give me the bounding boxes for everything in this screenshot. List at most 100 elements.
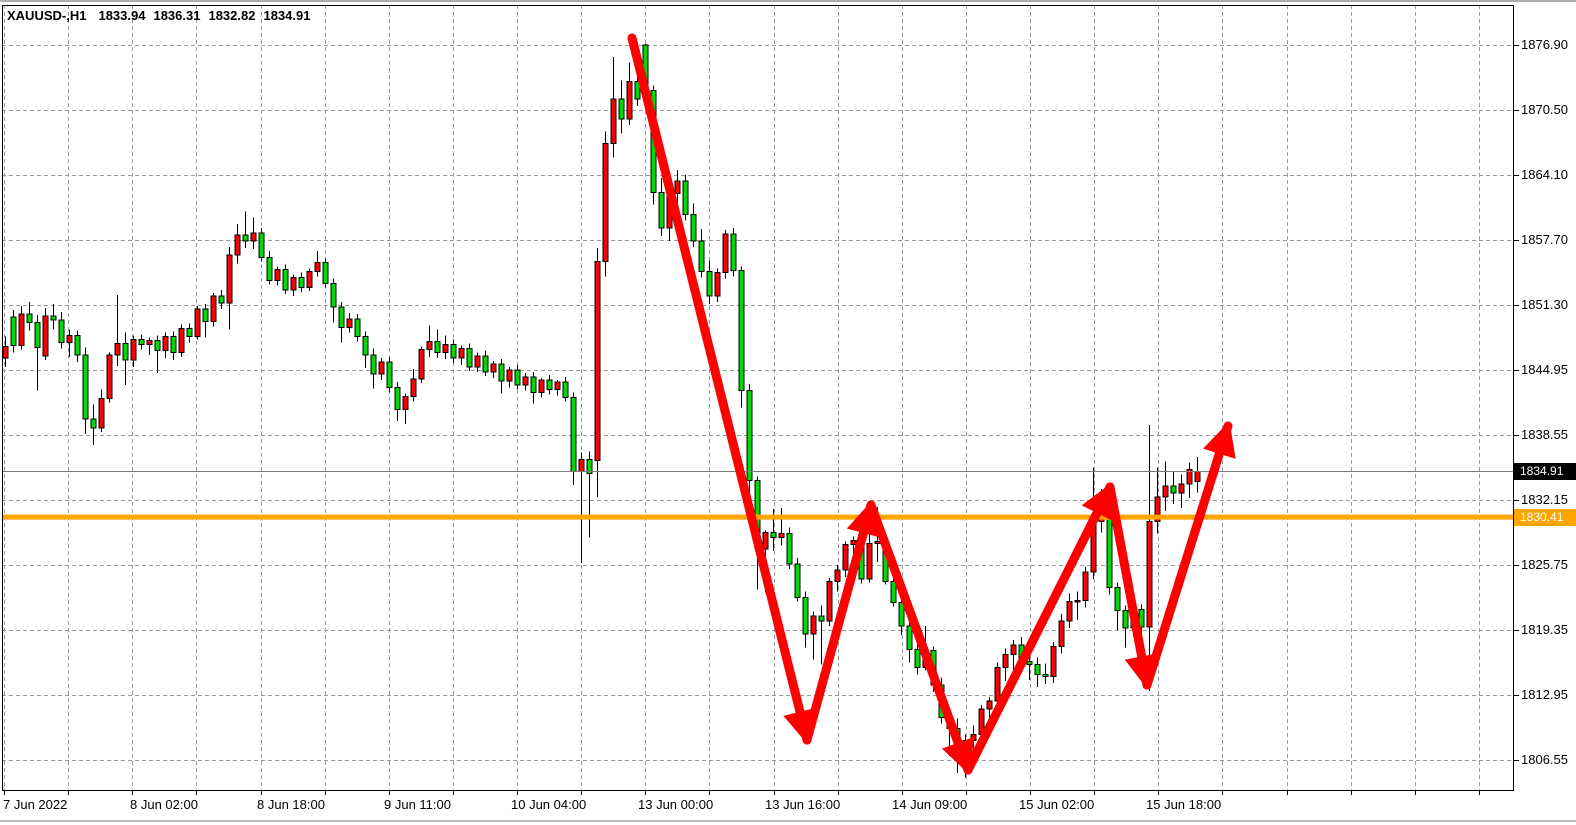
price-axis-label: 1838.55 [1521, 427, 1576, 443]
candle-bearish [395, 387, 400, 409]
candle-bearish [795, 564, 800, 598]
candle-bullish [427, 342, 432, 350]
candle-bullish [1067, 602, 1072, 621]
candle-bullish [1083, 572, 1088, 600]
candle-bearish [363, 336, 368, 354]
candle-bullish [1059, 621, 1064, 646]
candle-bullish [227, 255, 232, 303]
candle-bullish [875, 542, 880, 544]
trend-arrow[interactable] [632, 38, 807, 740]
open-value: 1833.94 [98, 8, 145, 23]
time-axis-label: 15 Jun 18:00 [1146, 797, 1221, 812]
candle-bearish [739, 270, 744, 390]
candle-bearish [483, 356, 488, 372]
candle-bearish [59, 320, 64, 342]
zigzag-arrows[interactable] [632, 38, 1228, 770]
candle-bearish [1027, 661, 1032, 664]
time-axis-label: 15 Jun 02:00 [1019, 797, 1094, 812]
candle-bearish [155, 341, 160, 351]
time-axis-label: 13 Jun 16:00 [765, 797, 840, 812]
candle-bullish [315, 262, 320, 271]
candle-bullish [179, 328, 184, 352]
candle-bearish [747, 390, 752, 480]
symbol-timeframe-label: XAUUSD-,H1 [7, 8, 86, 23]
chart-surface[interactable] [0, 0, 1576, 825]
candle-bullish [1147, 521, 1152, 627]
price-axis-label: 1806.55 [1521, 752, 1576, 768]
candle-bearish [51, 316, 56, 320]
candle-bearish [803, 598, 808, 635]
candle-bearish [499, 364, 504, 381]
candle-bullish [131, 340, 136, 360]
candle-bullish [963, 741, 968, 744]
candle-bullish [835, 570, 840, 581]
candle-bullish [1003, 654, 1008, 667]
window-bottom-edge [0, 820, 1576, 822]
price-axis-label: 1851.30 [1521, 297, 1576, 313]
candle-bearish [515, 370, 520, 385]
time-axis-label: 9 Jun 11:00 [384, 797, 451, 812]
candle-bearish [187, 328, 192, 336]
candle-bearish [387, 362, 392, 387]
time-axis-label: 14 Jun 09:00 [892, 797, 967, 812]
time-axis-label: 7 Jun 2022 [3, 797, 67, 812]
trend-arrow[interactable] [968, 487, 1110, 770]
candle-bullish [779, 534, 784, 538]
price-axis-label: 1857.70 [1521, 232, 1576, 248]
time-axis-label: 8 Jun 02:00 [130, 797, 198, 812]
candle-bearish [299, 278, 304, 288]
candle-bearish [787, 534, 792, 564]
chart-ohlc-header: XAUUSD-,H11833.941836.311832.821834.91 [7, 8, 318, 23]
price-axis-label: 1819.35 [1521, 622, 1576, 638]
candle-bearish [203, 309, 208, 321]
price-axis-label: 1844.95 [1521, 362, 1576, 378]
time-axis-label: 13 Jun 00:00 [638, 797, 713, 812]
candle-bearish [619, 99, 624, 119]
candle-bearish [691, 215, 696, 241]
axis-ticks [5, 46, 1520, 796]
candle-bullish [523, 377, 528, 385]
price-axis-label: 1864.10 [1521, 167, 1576, 183]
candle-bearish [435, 342, 440, 353]
candle-bearish [371, 355, 376, 374]
candle-bearish [171, 336, 176, 352]
price-axis-label: 1876.90 [1521, 37, 1576, 53]
candle-bullish [811, 616, 816, 634]
candle-bullish [307, 271, 312, 287]
candle-bullish [1051, 646, 1056, 676]
candle-bullish [763, 533, 768, 549]
candle-bearish [571, 397, 576, 471]
candle-bullish [43, 316, 48, 356]
gridlines [2, 5, 1513, 790]
trend-arrow[interactable] [871, 505, 968, 770]
candle-bullish [611, 99, 616, 144]
candle-bullish [595, 261, 600, 460]
candle-bullish [987, 701, 992, 709]
candle-bullish [403, 396, 408, 409]
high-value: 1836.31 [153, 8, 200, 23]
candle-bullish [507, 370, 512, 381]
candle-bearish [907, 626, 912, 649]
candle-bearish [11, 317, 16, 345]
candle-bullish [1163, 486, 1168, 497]
candle-bullish [379, 362, 384, 374]
candle-bearish [243, 235, 248, 241]
candle-bullish [235, 235, 240, 255]
candle-bullish [251, 233, 256, 241]
trend-arrow[interactable] [1147, 426, 1228, 685]
candle-bullish [67, 335, 72, 342]
candle-bullish [1179, 484, 1184, 493]
candle-bearish [547, 380, 552, 389]
candle-bullish [843, 545, 848, 570]
candle-bullish [347, 319, 352, 327]
candle-bearish [467, 349, 472, 367]
candle-bullish [211, 296, 216, 321]
close-value: 1834.91 [263, 8, 310, 23]
candle-bearish [259, 233, 264, 257]
candle-bullish [115, 344, 120, 355]
candle-bearish [323, 262, 328, 283]
price-axis-label: 1825.75 [1521, 557, 1576, 573]
current-price-tag: 1834.91 [1514, 463, 1576, 480]
candle-bearish [699, 241, 704, 271]
candle-bullish [3, 347, 8, 358]
